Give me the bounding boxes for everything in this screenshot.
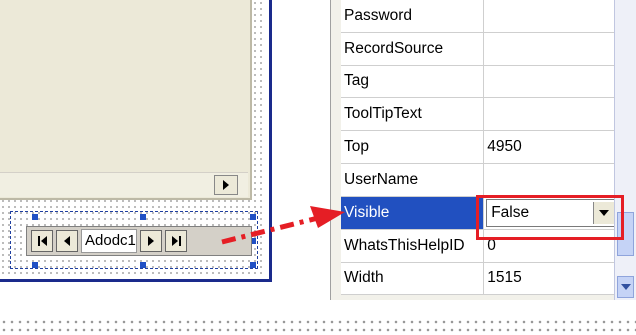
property-value[interactable]: 4950 bbox=[483, 130, 617, 164]
property-value[interactable] bbox=[483, 97, 617, 132]
property-name: ToolTipText bbox=[341, 97, 485, 132]
navigator-caption: Adodc1 bbox=[81, 229, 137, 253]
property-name: RecordSource bbox=[341, 32, 485, 66]
property-name: Password bbox=[341, 0, 485, 33]
scroll-down-icon bbox=[620, 284, 631, 290]
property-value[interactable] bbox=[483, 163, 617, 197]
property-value[interactable]: 1515 bbox=[483, 262, 617, 296]
property-grid: Password RecordSource Tag ToolTipText To… bbox=[341, 0, 617, 296]
property-value[interactable] bbox=[483, 0, 617, 33]
property-name: WhatsThisHelpID bbox=[341, 229, 485, 263]
property-name: Width bbox=[341, 262, 485, 296]
resize-handle[interactable] bbox=[250, 262, 256, 268]
property-value[interactable] bbox=[483, 65, 617, 99]
resize-handle[interactable] bbox=[250, 214, 256, 220]
last-record-button[interactable] bbox=[165, 230, 187, 252]
previous-record-button[interactable] bbox=[56, 230, 78, 252]
property-row[interactable]: Top 4950 bbox=[341, 130, 617, 164]
property-row[interactable]: RecordSource bbox=[341, 32, 617, 66]
property-value[interactable] bbox=[483, 32, 617, 66]
property-name: Tag bbox=[341, 65, 485, 99]
status-strip bbox=[0, 318, 636, 335]
list-control[interactable] bbox=[0, 0, 252, 200]
annotation-highlight-box bbox=[476, 195, 624, 240]
previous-record-icon bbox=[64, 236, 70, 246]
first-record-icon bbox=[37, 236, 47, 246]
property-row[interactable]: Width 1515 bbox=[341, 262, 617, 296]
form-designer: Adodc1 bbox=[0, 0, 272, 282]
adodc-navigator[interactable]: Adodc1 bbox=[26, 226, 252, 256]
scroll-right-button[interactable] bbox=[214, 175, 238, 195]
resize-handle[interactable] bbox=[32, 214, 38, 220]
scroll-right-icon bbox=[223, 180, 229, 190]
vertical-scrollbar[interactable] bbox=[614, 0, 636, 300]
resize-handle[interactable] bbox=[140, 214, 146, 220]
resize-handle[interactable] bbox=[140, 262, 146, 268]
property-name-selected: Visible bbox=[341, 196, 485, 230]
property-row[interactable]: UserName bbox=[341, 163, 617, 197]
scroll-down-button[interactable] bbox=[617, 276, 634, 298]
property-name: UserName bbox=[341, 163, 485, 197]
properties-window: Password RecordSource Tag ToolTipText To… bbox=[330, 0, 636, 300]
property-row[interactable]: ToolTipText bbox=[341, 97, 617, 132]
next-record-button[interactable] bbox=[140, 230, 162, 252]
last-record-icon bbox=[171, 236, 181, 246]
next-record-icon bbox=[148, 236, 154, 246]
property-name: Top bbox=[341, 130, 485, 164]
property-row[interactable]: Password bbox=[341, 0, 617, 33]
property-row[interactable]: Tag bbox=[341, 65, 617, 99]
first-record-button[interactable] bbox=[31, 230, 53, 252]
horizontal-scrollbar[interactable] bbox=[0, 172, 248, 197]
resize-handle[interactable] bbox=[32, 262, 38, 268]
